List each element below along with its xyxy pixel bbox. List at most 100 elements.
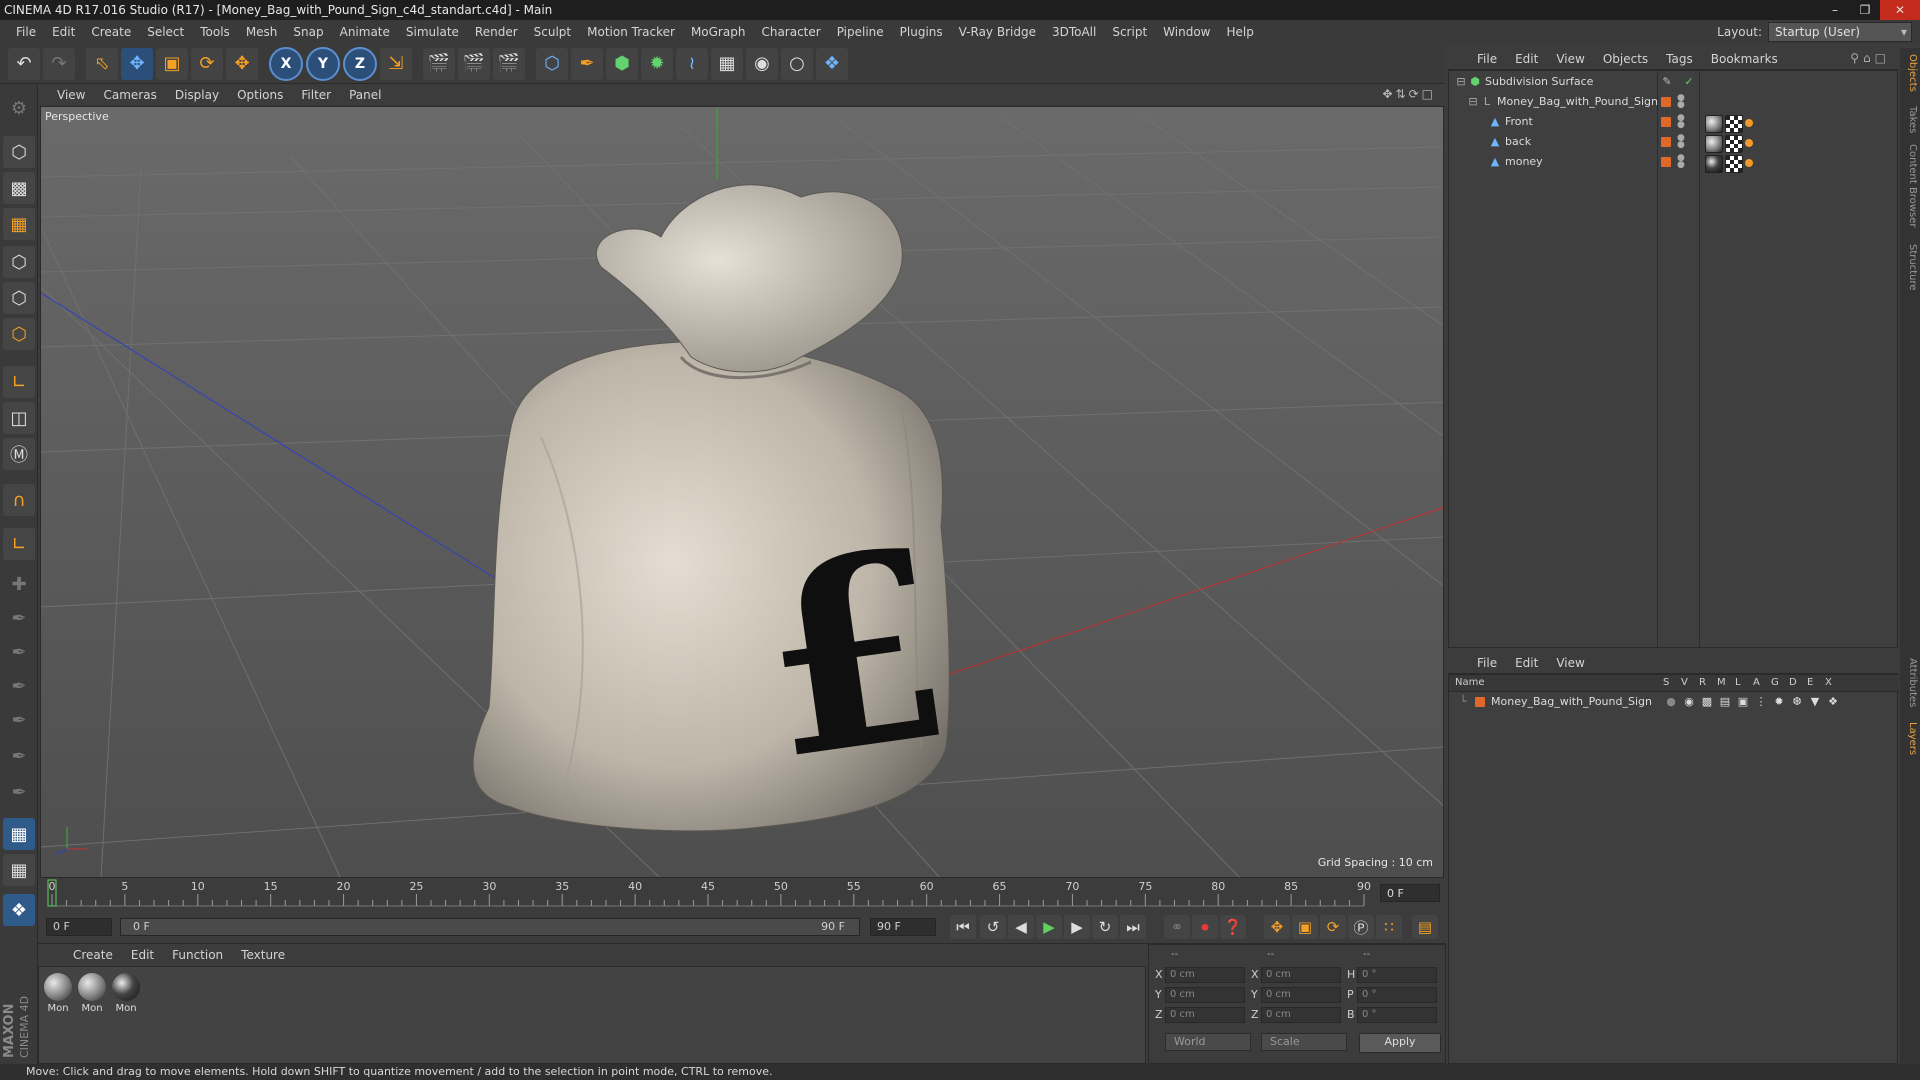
spline-pen-button[interactable]: ✒: [571, 47, 603, 80]
coordinate-mode-dropdown[interactable]: Scale: [1261, 1033, 1347, 1051]
key-parameter-button[interactable]: Ⓟ: [1348, 915, 1374, 939]
layer-col-expressions[interactable]: E: [1807, 677, 1813, 688]
object-row[interactable]: ⊟ ⬢ Subdivision Surface ✎ ✓: [1449, 73, 1899, 93]
viewport-menu-panel[interactable]: Panel: [340, 88, 390, 102]
material-menu-create[interactable]: Create: [64, 948, 122, 962]
menu-plugins[interactable]: Plugins: [892, 20, 951, 44]
size-y-field[interactable]: 0 cm: [1261, 987, 1341, 1003]
coordinate-system-button[interactable]: ⇲: [380, 47, 412, 80]
object-row[interactable]: ▲ Front ● ●: [1449, 113, 1899, 133]
material-swatch[interactable]: Mon: [111, 973, 141, 1014]
apply-button[interactable]: Apply: [1359, 1033, 1441, 1053]
go-to-end-button[interactable]: ⏭: [1120, 915, 1146, 939]
workplane-mode-button[interactable]: ▦: [3, 208, 35, 240]
render-toggle-icon[interactable]: ▩: [1701, 696, 1713, 708]
magnet-button[interactable]: ∩: [3, 484, 35, 516]
object-row[interactable]: ▲ money ● ●: [1449, 153, 1899, 173]
texture-mode-button[interactable]: ▩: [3, 172, 35, 204]
layer-row[interactable]: └ Money_Bag_with_Pound_Sign ● ◉ ▩ ▤ ▣ ⋮ …: [1449, 693, 1899, 713]
tab-attributes[interactable]: Attributes: [1902, 658, 1918, 707]
menu-simulate[interactable]: Simulate: [398, 20, 467, 44]
motion-record-button[interactable]: ⚭: [1164, 915, 1190, 939]
material-tag-icon[interactable]: [1705, 115, 1723, 133]
next-frame-button[interactable]: ▶: [1064, 915, 1090, 939]
current-frame-field[interactable]: 0 F: [1380, 884, 1440, 902]
end-frame-field[interactable]: 90 F: [870, 918, 936, 936]
close-icon[interactable]: ✕: [1880, 0, 1920, 20]
layer-col-name[interactable]: Name: [1455, 677, 1485, 688]
menu-snap[interactable]: Snap: [285, 20, 331, 44]
menu-mesh[interactable]: Mesh: [238, 20, 286, 44]
layer-col-view[interactable]: V: [1681, 677, 1688, 688]
layer-color-chip[interactable]: [1475, 697, 1485, 707]
edit-toggle-icon[interactable]: ✎: [1661, 76, 1673, 88]
visibility-dots[interactable]: ● ●: [1677, 114, 1685, 130]
position-z-field[interactable]: 0 cm: [1165, 1007, 1245, 1023]
layer-menu-view[interactable]: View: [1547, 656, 1593, 670]
collapse-icon[interactable]: ⊟: [1467, 96, 1479, 108]
layer-col-render[interactable]: R: [1699, 677, 1706, 688]
cube-primitive-button[interactable]: ⬡: [536, 47, 568, 80]
layout-dropdown[interactable]: Startup (User): [1768, 22, 1912, 42]
render-settings-button[interactable]: 🎬: [493, 47, 525, 80]
deformer-button[interactable]: ≀: [676, 47, 708, 80]
xref-toggle-icon[interactable]: ❖: [1827, 696, 1839, 708]
visibility-dots[interactable]: ● ●: [1677, 94, 1685, 110]
snap-button[interactable]: Ⓜ: [3, 438, 35, 470]
object-row[interactable]: ⊟ L Money_Bag_with_Pound_Sign ● ●: [1449, 93, 1899, 113]
python-script-button[interactable]: ❖: [3, 894, 35, 926]
viewport-menu-cameras[interactable]: Cameras: [94, 88, 165, 102]
timeline-ruler[interactable]: 0 5 10 15 20 25 30 35 40 45 50 55 60 65 70 75 80 85 90 0 F: [38, 878, 1446, 910]
menu-script[interactable]: Script: [1104, 20, 1155, 44]
menu-mograph[interactable]: MoGraph: [683, 20, 754, 44]
viewport-menu-options[interactable]: Options: [228, 88, 292, 102]
layer-col-animation[interactable]: A: [1753, 677, 1760, 688]
next-key-button[interactable]: ↻: [1092, 915, 1118, 939]
redo-button[interactable]: ↷: [43, 47, 75, 80]
frame-range-slider[interactable]: 0 F 90 F: [120, 918, 860, 936]
layer-col-solo[interactable]: S: [1663, 677, 1669, 688]
tab-layers[interactable]: Layers: [1902, 722, 1918, 755]
menu-sculpt[interactable]: Sculpt: [526, 20, 579, 44]
menu-file[interactable]: File: [8, 20, 44, 44]
rotation-p-field[interactable]: 0 °: [1357, 987, 1437, 1003]
object-menu-objects[interactable]: Objects: [1594, 52, 1657, 66]
move-tool-button[interactable]: ✥: [121, 47, 153, 80]
viewport-nav-icons[interactable]: ✥⇅⟳□: [1382, 87, 1436, 101]
layer-col-generators[interactable]: G: [1771, 677, 1779, 688]
deformer-toggle-icon[interactable]: ❆: [1791, 696, 1803, 708]
key-rotation-button[interactable]: ⟳: [1320, 915, 1346, 939]
undo-button[interactable]: ↶: [8, 47, 40, 80]
locked-tool-6-button[interactable]: ✒: [3, 740, 35, 772]
locked-tool-3-button[interactable]: ✒: [3, 636, 35, 668]
coordinate-space-dropdown[interactable]: World: [1165, 1033, 1251, 1051]
restore-icon[interactable]: ❐: [1850, 0, 1880, 20]
python-button[interactable]: ❖: [816, 47, 848, 80]
rotation-h-field[interactable]: 0 °: [1357, 967, 1437, 983]
phong-tag-icon[interactable]: [1745, 119, 1753, 127]
position-y-field[interactable]: 0 cm: [1165, 987, 1245, 1003]
tweak-mode-button[interactable]: ◫: [3, 402, 35, 434]
generator-toggle-icon[interactable]: ✹: [1773, 696, 1785, 708]
rotation-b-field[interactable]: 0 °: [1357, 1007, 1437, 1023]
model-mode-button[interactable]: ⬡: [3, 136, 35, 168]
light-button[interactable]: ○: [781, 47, 813, 80]
autokey-button[interactable]: ❓: [1220, 915, 1246, 939]
solo-toggle-icon[interactable]: ●: [1665, 696, 1677, 708]
layer-col-manager[interactable]: M: [1717, 677, 1726, 688]
layer-menu-file[interactable]: File: [1468, 656, 1506, 670]
visibility-dots[interactable]: ● ●: [1677, 154, 1685, 170]
material-swatch[interactable]: Mon: [43, 973, 73, 1014]
3d-viewport[interactable]: £ Perspective Grid Spacing : 10 cm: [40, 106, 1444, 878]
viewport-menu-filter[interactable]: Filter: [292, 88, 340, 102]
phong-tag-icon[interactable]: [1745, 159, 1753, 167]
camera-button[interactable]: ◉: [746, 47, 778, 80]
object-manager-search-icon[interactable]: ⚲⌂□: [1850, 51, 1890, 65]
x-axis-button[interactable]: X: [269, 46, 303, 81]
rotate-tool-button[interactable]: ⟳: [191, 47, 223, 80]
locked-tool-1-button[interactable]: ✚: [3, 568, 35, 600]
key-pla-button[interactable]: ∷: [1376, 915, 1402, 939]
tab-objects[interactable]: Objects: [1902, 54, 1918, 92]
make-editable-button[interactable]: ⚙: [3, 92, 35, 124]
layer-col-locked[interactable]: L: [1735, 677, 1741, 688]
